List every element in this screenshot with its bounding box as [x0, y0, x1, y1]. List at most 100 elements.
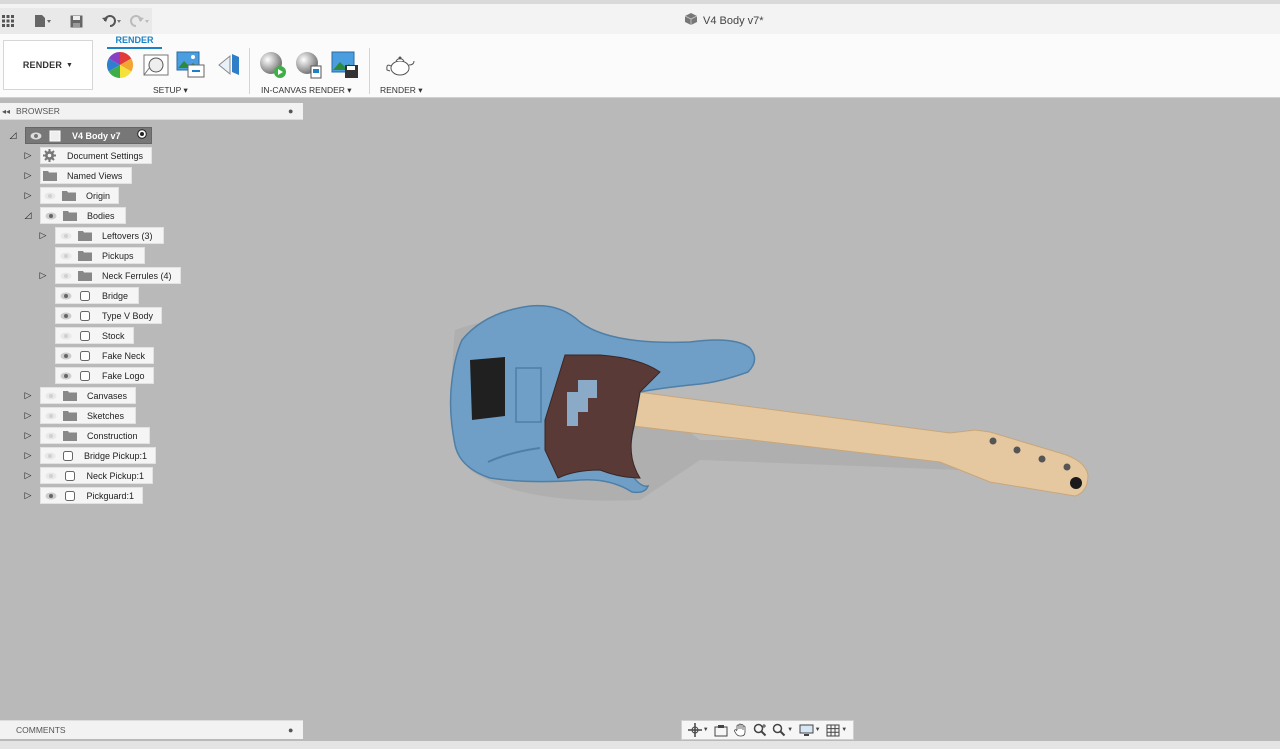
- tree-item-canvases[interactable]: Canvases: [40, 387, 136, 404]
- tree-item-pickguard[interactable]: Pickguard:1: [40, 487, 143, 504]
- tree-item-fake-neck[interactable]: Fake Neck: [55, 347, 154, 364]
- eye-hidden-icon[interactable]: [44, 392, 58, 400]
- eye-hidden-icon[interactable]: [44, 452, 56, 460]
- eye-icon[interactable]: [59, 292, 73, 300]
- chevron-down-icon: ▼: [66, 61, 74, 69]
- tree-item-label: Document Settings: [66, 150, 143, 161]
- grid-settings-icon[interactable]: ▼: [826, 724, 847, 737]
- fit-zoom-icon[interactable]: ▼: [772, 723, 793, 737]
- eye-hidden-icon[interactable]: [44, 472, 58, 480]
- tree-item-label: Origin: [85, 190, 110, 201]
- tree-item-sketches[interactable]: Sketches: [40, 407, 136, 424]
- tree-item-neck-ferrules[interactable]: Neck Ferrules (4): [55, 267, 181, 284]
- environment-library-tool[interactable]: [176, 51, 206, 81]
- component-icon: [61, 450, 73, 462]
- tree-item-label: Neck Pickup:1: [86, 470, 144, 481]
- eye-icon[interactable]: [29, 132, 43, 140]
- tree-item-type-v-body[interactable]: Type V Body: [55, 307, 162, 324]
- tree-item-stock[interactable]: Stock: [55, 327, 134, 344]
- collapsed-triangle-icon[interactable]: ▷: [23, 409, 33, 421]
- collapsed-triangle-icon[interactable]: ▷: [23, 489, 33, 501]
- folder-icon: [78, 230, 92, 242]
- tree-item-bridge[interactable]: Bridge: [55, 287, 139, 304]
- collapsed-triangle-icon[interactable]: ▷: [38, 269, 48, 281]
- eye-hidden-icon[interactable]: [44, 192, 57, 200]
- collapse-panel-icon[interactable]: ◂◂: [2, 107, 10, 116]
- toolbar-ribbon: RENDER ▼ RENDER SETUP ▾ IN-CANVAS RENDER…: [0, 34, 1280, 98]
- in-canvas-render-tool[interactable]: [258, 51, 288, 81]
- tree-item-construction[interactable]: Construction: [40, 427, 150, 444]
- body-icon: [78, 370, 92, 382]
- eye-icon[interactable]: [59, 352, 73, 360]
- render-group-label[interactable]: RENDER ▾: [380, 85, 423, 96]
- tree-item-label: Bridge: [102, 290, 129, 301]
- eye-hidden-icon[interactable]: [59, 272, 73, 280]
- save-icon[interactable]: [70, 11, 83, 31]
- tab-render[interactable]: RENDER: [107, 35, 162, 49]
- tuner-hole: [989, 437, 997, 445]
- tree-item-label: Leftovers (3): [102, 230, 153, 241]
- pan-hand-icon[interactable]: [734, 723, 747, 737]
- eye-icon[interactable]: [44, 212, 58, 220]
- setup-group-label[interactable]: SETUP ▾: [153, 85, 188, 96]
- tree-item-neck-pickup[interactable]: Neck Pickup:1: [40, 467, 153, 484]
- tree-item-bodies[interactable]: Bodies: [40, 207, 126, 224]
- render-tool[interactable]: [385, 51, 415, 81]
- display-settings-icon[interactable]: ▼: [799, 724, 821, 737]
- workspace-switcher[interactable]: RENDER ▼: [3, 40, 93, 90]
- tree-item-origin[interactable]: Origin: [40, 187, 119, 204]
- activate-radio-icon[interactable]: [137, 129, 147, 142]
- tree-item-label: Named Views: [67, 170, 123, 181]
- eye-icon[interactable]: [59, 312, 73, 320]
- redo-icon[interactable]: [129, 11, 151, 31]
- pin-icon[interactable]: ●: [288, 106, 293, 116]
- orbit-icon[interactable]: ▼: [687, 723, 709, 737]
- undo-icon[interactable]: [101, 11, 123, 31]
- ribbon-divider: [369, 48, 370, 94]
- browser-header[interactable]: ◂◂ BROWSER ●: [0, 103, 303, 120]
- eye-hidden-icon[interactable]: [59, 332, 73, 340]
- comments-panel-header[interactable]: COMMENTS ●: [0, 720, 303, 739]
- in-canvas-settings-tool[interactable]: [294, 51, 324, 81]
- tree-item-fake-logo[interactable]: Fake Logo: [55, 367, 154, 384]
- expanded-triangle-icon[interactable]: ◿: [8, 129, 18, 141]
- eye-icon[interactable]: [59, 372, 73, 380]
- tree-item-named-views[interactable]: Named Views: [40, 167, 132, 184]
- tree-item-bridge-pickup[interactable]: Bridge Pickup:1: [40, 447, 156, 464]
- tree-item-pickups[interactable]: Pickups: [55, 247, 145, 264]
- capture-image-tool[interactable]: [330, 51, 360, 81]
- collapsed-triangle-icon[interactable]: ▷: [23, 189, 33, 201]
- expanded-triangle-icon[interactable]: ◿: [23, 209, 33, 221]
- eye-hidden-icon[interactable]: [44, 432, 58, 440]
- add-comment-icon[interactable]: ●: [288, 725, 293, 735]
- eye-hidden-icon[interactable]: [59, 252, 73, 260]
- appearance-tool[interactable]: [105, 51, 135, 81]
- eye-hidden-icon[interactable]: [44, 412, 58, 420]
- model-canvas[interactable]: [0, 98, 1280, 741]
- guitar-model[interactable]: [0, 98, 1280, 741]
- file-menu-icon[interactable]: [34, 11, 52, 31]
- in-canvas-render-group-label[interactable]: IN-CANVAS RENDER ▾: [261, 85, 352, 96]
- zoom-icon[interactable]: [753, 723, 767, 737]
- folder-icon: [62, 390, 77, 402]
- collapsed-triangle-icon[interactable]: ▷: [38, 229, 48, 241]
- app-grid-icon[interactable]: [2, 11, 14, 31]
- collapsed-triangle-icon[interactable]: ▷: [23, 149, 33, 161]
- collapsed-triangle-icon[interactable]: ▷: [23, 429, 33, 441]
- scene-settings-tool[interactable]: [141, 51, 171, 81]
- tree-item-document-settings[interactable]: Document Settings: [40, 147, 152, 164]
- eye-hidden-icon[interactable]: [59, 232, 73, 240]
- collapsed-triangle-icon[interactable]: ▷: [23, 169, 33, 181]
- eye-icon[interactable]: [44, 492, 58, 500]
- collapsed-triangle-icon[interactable]: ▷: [23, 389, 33, 401]
- setup-label-text: SETUP: [153, 85, 182, 95]
- tree-item-leftovers[interactable]: Leftovers (3): [55, 227, 164, 244]
- tree-item-label: Type V Body: [101, 310, 153, 321]
- document-title-text: V4 Body v7*: [703, 14, 764, 27]
- collapsed-triangle-icon[interactable]: ▷: [23, 449, 33, 461]
- collapsed-triangle-icon[interactable]: ▷: [23, 469, 33, 481]
- folder-icon: [43, 170, 57, 182]
- tree-root-v4-body[interactable]: V4 Body v7: [25, 127, 152, 144]
- look-at-icon[interactable]: [714, 724, 728, 737]
- texture-map-tool[interactable]: [214, 51, 244, 81]
